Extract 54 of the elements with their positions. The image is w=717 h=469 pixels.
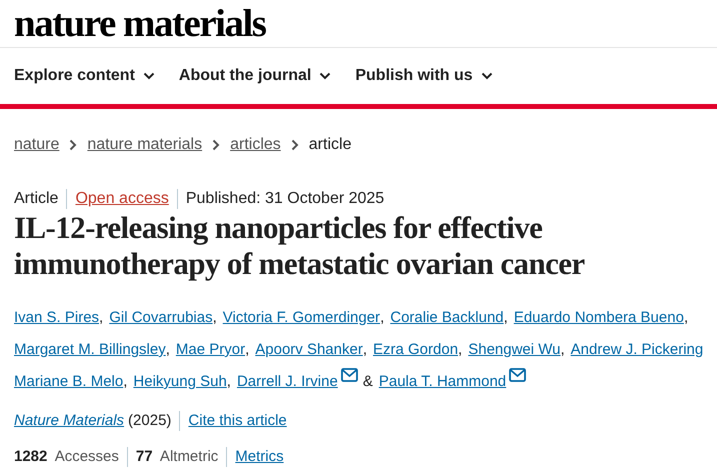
metric-count: 1282 Accesses bbox=[14, 446, 119, 467]
author-link[interactable]: Ezra Gordon bbox=[373, 334, 458, 366]
metrics-link[interactable]: Metrics bbox=[235, 446, 284, 468]
author-link[interactable]: Shengwei Wu bbox=[468, 334, 560, 366]
journal-logo[interactable]: nature materials bbox=[14, 2, 266, 45]
author-link[interactable]: Ivan S. Pires bbox=[14, 302, 100, 334]
author-separator: , bbox=[380, 308, 384, 328]
author-link[interactable]: Victoria F. Gomerdinger bbox=[222, 302, 380, 334]
author-separator: , bbox=[560, 340, 565, 360]
author-separator: , bbox=[458, 340, 462, 360]
author-separator: , bbox=[166, 340, 170, 360]
chevron-right-icon bbox=[290, 139, 299, 151]
author-link[interactable]: Coralie Backlund bbox=[390, 302, 504, 334]
author-separator: , bbox=[245, 340, 250, 360]
author-separator: , bbox=[504, 308, 508, 328]
author-link[interactable]: Gil Covarrubias bbox=[109, 302, 213, 334]
author-link[interactable]: Margaret M. Billingsley bbox=[14, 334, 166, 366]
cite-link[interactable]: Cite this article bbox=[188, 410, 287, 432]
chevron-down-icon bbox=[142, 72, 155, 80]
author-separator: , bbox=[684, 308, 688, 328]
email-icon[interactable] bbox=[340, 368, 358, 382]
publication-year: (2025) bbox=[128, 410, 172, 431]
author-link[interactable]: Mariane B. Melo bbox=[14, 366, 124, 398]
breadcrumb-link[interactable]: articles bbox=[230, 133, 281, 157]
published-date: Published: 31 October 2025 bbox=[186, 189, 384, 209]
author-link[interactable]: Paula T. Hammond bbox=[378, 366, 506, 398]
nav-menu-button[interactable]: About the journal bbox=[178, 64, 332, 88]
nav-menu-button[interactable]: Publish with us bbox=[355, 64, 493, 88]
author-link[interactable]: Heikyung Suh bbox=[133, 366, 227, 398]
author-separator: & bbox=[362, 372, 373, 392]
open-access-link[interactable]: Open access bbox=[75, 187, 169, 211]
author-link[interactable]: Apoorv Shanker bbox=[255, 334, 363, 366]
breadcrumb-link[interactable]: nature bbox=[14, 133, 60, 157]
nav-menu-button[interactable]: Explore content bbox=[14, 64, 155, 88]
journal-link[interactable]: Nature Materials bbox=[14, 410, 124, 432]
email-icon[interactable] bbox=[509, 368, 526, 382]
author-link[interactable]: Mae Pryor bbox=[176, 334, 246, 366]
chevron-down-icon bbox=[480, 72, 493, 80]
author-separator: , bbox=[99, 308, 104, 328]
chevron-right-icon bbox=[69, 139, 78, 151]
author-separator: , bbox=[362, 340, 367, 360]
author-link[interactable]: Eduardo Nombera Bueno bbox=[514, 302, 684, 334]
breadcrumb-current: article bbox=[308, 135, 352, 155]
article-type: Article bbox=[14, 189, 58, 209]
metric-count: 77 Altmetric bbox=[136, 446, 218, 467]
author-separator: , bbox=[212, 308, 217, 328]
chevron-down-icon bbox=[319, 72, 332, 80]
author-link[interactable]: Darrell J. Irvine bbox=[236, 366, 338, 398]
breadcrumb-link[interactable]: nature materials bbox=[87, 133, 202, 157]
chevron-right-icon bbox=[212, 139, 220, 151]
author-link[interactable]: Andrew J. Pickering bbox=[570, 334, 704, 366]
article-title: IL-12-releasing nanoparticles for effective immunotherapy of metastatic ovarian cancer bbox=[13, 210, 586, 282]
author-separator: , bbox=[226, 372, 231, 392]
author-separator: , bbox=[123, 372, 128, 392]
